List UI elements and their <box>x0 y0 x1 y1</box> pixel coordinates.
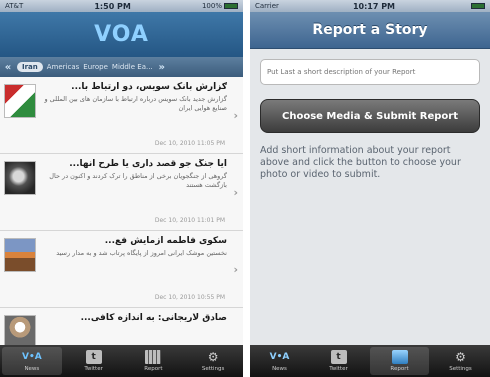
chevron-left-icon[interactable]: « <box>3 62 13 73</box>
tab-label: Report <box>144 366 163 372</box>
tab-report[interactable]: Report <box>124 345 184 377</box>
clock: 1:50 PM <box>94 1 131 11</box>
carrier-label: Carrier <box>255 2 279 10</box>
page-title: Report a Story <box>312 22 428 38</box>
news-headline: آیا جنگ جو قصد داری یا طرح انها... <box>69 159 227 169</box>
photo-icon <box>391 350 408 364</box>
battery-indicator <box>469 2 485 10</box>
battery-icon <box>223 3 238 9</box>
voa-logo-icon: V•A <box>269 352 290 362</box>
news-item[interactable]: آیا جنگ جو قصد داری یا طرح انها... گروهی… <box>0 154 243 231</box>
news-summary: گروهی از جنگجویان برخی از مناطق را ترک ک… <box>49 172 227 189</box>
tab-label: Report <box>390 366 409 372</box>
news-item[interactable]: ګزارش بانک سویس، دو ارتباط با... گزارش ج… <box>0 77 243 154</box>
battery-icon <box>471 3 485 9</box>
report-screen: Carrier 10:17 PM Report a Story Choose M… <box>250 0 490 377</box>
category-item-europe[interactable]: Europe <box>83 63 108 71</box>
news-headline: ګزارش بانک سویس، دو ارتباط با... <box>71 82 227 92</box>
voa-logo-icon: V•A <box>22 352 42 362</box>
submit-report-button[interactable]: Choose Media & Submit Report <box>260 99 480 133</box>
tab-report[interactable]: Report <box>370 347 429 375</box>
instructions-text: Add short information about your report … <box>260 145 461 180</box>
tab-twitter[interactable]: t Twitter <box>64 345 124 377</box>
twitter-icon: t <box>330 350 347 364</box>
report-description-input[interactable] <box>260 59 480 85</box>
category-bar: « Iran Americas Europe Middle Ea... » <box>0 57 243 77</box>
battery-indicator: 100% <box>202 2 238 10</box>
status-bar: AT&T 1:50 PM 100% <box>0 0 243 12</box>
news-timestamp: Dec 10, 2010 11:01 PM <box>154 217 225 224</box>
chevron-right-icon: › <box>233 263 238 276</box>
logo-bar: VOA <box>0 12 243 57</box>
category-item-americas[interactable]: Americas <box>47 63 80 71</box>
chevron-right-icon[interactable]: » <box>157 62 167 73</box>
news-summary: نخستین موشک ایرانی امروز از پایگاه پرتاب… <box>56 249 227 257</box>
gear-icon: ⚙ <box>207 350 219 364</box>
tab-bar: V•A News t Twitter Report ⚙ Settings <box>0 345 243 377</box>
tab-news[interactable]: V•A News <box>2 347 62 375</box>
news-headline: صادق لاریجانی: به اندازه کافی... <box>80 313 227 323</box>
tab-label: Twitter <box>329 366 348 372</box>
chevron-right-icon: › <box>233 186 238 199</box>
report-form: Choose Media & Submit Report Add short i… <box>250 49 490 181</box>
twitter-icon: t <box>85 350 102 364</box>
voa-logo: VOA <box>94 22 149 47</box>
news-list: ګزارش بانک سویس، دو ارتباط با... گزارش ج… <box>0 77 243 377</box>
category-item-middle-east[interactable]: Middle Ea... <box>112 63 153 71</box>
tab-settings[interactable]: ⚙ Settings <box>431 345 490 377</box>
news-timestamp: Dec 10, 2010 10:55 PM <box>154 294 225 301</box>
tab-news[interactable]: V•A News <box>250 345 309 377</box>
news-thumbnail <box>4 84 36 118</box>
tab-label: News <box>272 366 287 372</box>
news-thumbnail <box>4 238 36 272</box>
tab-label: Twitter <box>84 366 103 372</box>
news-headline: سکوی فاطمه آزمایش فع... <box>104 236 227 246</box>
tab-label: Settings <box>201 366 225 372</box>
nav-bar: Report a Story <box>250 12 490 49</box>
tab-label: News <box>24 366 40 372</box>
gear-icon: ⚙ <box>455 350 466 364</box>
news-thumbnail <box>4 315 36 349</box>
news-timestamp: Dec 10, 2010 11:05 PM <box>154 140 225 147</box>
news-thumbnail <box>4 161 36 195</box>
tab-settings[interactable]: ⚙ Settings <box>183 345 243 377</box>
status-bar: Carrier 10:17 PM <box>250 0 490 12</box>
category-item-iran[interactable]: Iran <box>17 62 43 72</box>
clock: 10:17 PM <box>352 1 396 11</box>
news-item[interactable]: سکوی فاطمه آزمایش فع... نخستین موشک ایرا… <box>0 231 243 308</box>
tab-label: Settings <box>449 366 472 372</box>
news-summary: گزارش جدید بانک سویس درباره ارتباط با سا… <box>44 95 227 112</box>
news-screen: AT&T 1:50 PM 100% VOA « Iran Americas Eu… <box>0 0 243 377</box>
film-icon <box>145 350 162 364</box>
carrier-label: AT&T <box>5 2 24 10</box>
tab-bar: V•A News t Twitter Report ⚙ Settings <box>250 345 490 377</box>
tab-twitter[interactable]: t Twitter <box>309 345 368 377</box>
chevron-right-icon: › <box>233 109 238 122</box>
